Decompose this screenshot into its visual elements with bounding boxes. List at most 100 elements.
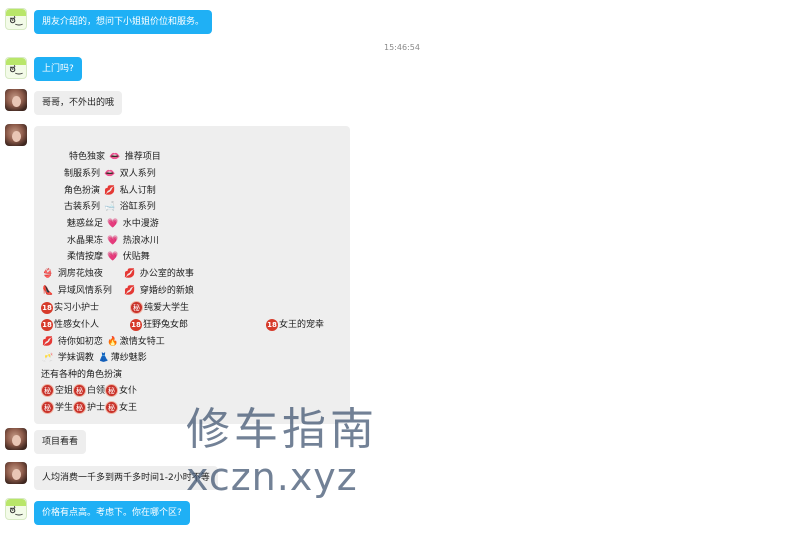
menu-item: 热浪冰川 (122, 236, 159, 246)
menu-item: 空姐 (55, 386, 74, 396)
secret-icon: 秘 (41, 401, 54, 414)
message-text: 朋友介绍的，想问下小姐姐价位和服务。 (42, 17, 205, 27)
menu-row: 18 性感女仆人 (41, 318, 99, 332)
secret-icon: 秘 (73, 384, 87, 397)
menu-item: 狂野兔女郎 (143, 320, 189, 330)
menu-row: 18 实习小护士 (41, 301, 99, 315)
avatar-self[interactable]: ಠ‿ (5, 498, 27, 520)
menu-row: 18 狂野兔女郎 (130, 318, 188, 332)
message-bubble-incoming-menu[interactable]: 特色独家 👄 推荐项目 制服系列 👄 双人系列 角色扮演 💋 私人订制 古装系列… (34, 126, 350, 424)
adult-18-icon: 18 (266, 318, 278, 331)
lips-icon: 💋 (124, 269, 136, 279)
lips-icon: 💋 (124, 286, 136, 296)
menu-row: 还有各种的角色扮演 (41, 368, 122, 382)
menu-item: 性感女仆人 (54, 320, 100, 330)
secret-icon: 秘 (41, 384, 54, 397)
menu-row: 水晶果冻 💗 热浪冰川 (67, 234, 159, 248)
menu-item: 私人订制 (119, 186, 156, 196)
menu-item: 学生 (55, 403, 74, 413)
avatar-face-icon (11, 130, 21, 142)
menu-item: 魅惑丝足 (67, 219, 104, 229)
menu-row: 18 女王的宠幸 (266, 318, 324, 332)
menu-item: 待你如初恋 (57, 337, 103, 347)
secret-icon: 秘 (105, 384, 119, 397)
menu-item: 学妹调教 (57, 353, 94, 363)
menu-item: 激情女特工 (119, 337, 165, 347)
message-text: 上门吗? (42, 64, 74, 74)
heart-icon: 💗 (107, 219, 119, 229)
message-text: 价格有点高。考虑下。你在哪个区? (42, 508, 182, 518)
avatar-contact[interactable] (5, 89, 27, 111)
menu-row: 魅惑丝足 💗 水中漫游 (67, 217, 159, 231)
menu-item: 异域风情系列 (57, 286, 112, 296)
message-bubble-incoming[interactable]: 项目看看 (34, 430, 87, 454)
menu-row: 制服系列 👄 双人系列 (64, 167, 156, 181)
secret-icon: 秘 (130, 301, 143, 314)
avatar-face-icon (11, 468, 21, 480)
message-timestamp: 15:46:54 (384, 43, 420, 52)
menu-row: 古装系列 🛁 浴缸系列 (64, 200, 156, 214)
champagne-icon: 🥂 (42, 353, 54, 363)
menu-row: 秘空姐秘白领秘女仆 (41, 384, 137, 398)
menu-item: 办公室的故事 (139, 269, 194, 279)
avatar-self[interactable]: ಠ‿ (5, 57, 27, 79)
menu-item: 纯爱大学生 (144, 303, 190, 313)
message-text: 哥哥，不外出的哦 (42, 98, 115, 108)
menu-row: 💋 办公室的故事 (123, 267, 194, 281)
menu-item: 白领 (87, 386, 106, 396)
heart-icon: 💗 (107, 252, 119, 262)
avatar-face-icon (11, 434, 21, 446)
adult-18-icon: 18 (41, 301, 53, 314)
menu-item: 水中漫游 (122, 219, 159, 229)
lips-icon: 👄 (104, 169, 116, 179)
lips-icon: 💋 (104, 186, 116, 196)
high-heel-icon: 👠 (42, 286, 54, 296)
lips-icon: 👄 (109, 152, 121, 162)
avatar-contact[interactable] (5, 428, 27, 450)
avatar-hair-decoration (6, 58, 26, 65)
menu-item: 还有各种的角色扮演 (41, 370, 123, 380)
menu-row: 👙 洞房花烛夜 (41, 267, 103, 281)
avatar-contact[interactable] (5, 124, 27, 146)
menu-row: 特色独家 👄 推荐项目 (69, 150, 161, 164)
message-bubble-outgoing[interactable]: 上门吗? (34, 57, 82, 81)
menu-item: 古装系列 (64, 202, 101, 212)
bathtub-icon: 🛁 (104, 202, 116, 212)
adult-18-icon: 18 (41, 318, 53, 331)
menu-item: 水晶果冻 (67, 236, 104, 246)
menu-item: 女王 (119, 403, 138, 413)
avatar-contact[interactable] (5, 462, 27, 484)
secret-icon: 秘 (105, 401, 119, 414)
menu-item: 伏贴舞 (122, 252, 150, 262)
secret-icon: 秘 (73, 401, 87, 414)
menu-item: 柔情按摩 (67, 252, 104, 262)
menu-row: 👠 异域风情系列 (41, 284, 112, 298)
menu-item: 特色独家 (69, 152, 106, 162)
message-text: 人均消费一千多到两千多时间1-2小时不等 (42, 473, 210, 483)
avatar-self[interactable]: ಠ‿ (5, 8, 27, 30)
message-bubble-outgoing[interactable]: 价格有点高。考虑下。你在哪个区? (34, 501, 190, 525)
menu-item: 实习小护士 (54, 303, 100, 313)
fire-icon: 🔥 (107, 337, 119, 347)
menu-item: 穿婚纱的新娘 (139, 286, 194, 296)
menu-row: 💋 穿婚纱的新娘 (123, 284, 194, 298)
bikini-icon: 👙 (42, 269, 54, 279)
lips-icon: 💋 (42, 337, 54, 347)
menu-item: 推荐项目 (124, 152, 161, 162)
menu-row: 角色扮演 💋 私人订制 (64, 184, 156, 198)
menu-row: 💋 待你如初恋 🔥激情女特工 (41, 335, 165, 349)
menu-item: 女王的宠幸 (279, 320, 325, 330)
menu-item: 制服系列 (64, 169, 101, 179)
menu-row: 柔情按摩 💗 伏贴舞 (67, 250, 150, 264)
message-bubble-outgoing[interactable]: 朋友介绍的，想问下小姐姐价位和服务。 (34, 10, 213, 34)
menu-item: 洞房花烛夜 (57, 269, 103, 279)
menu-item: 浴缸系列 (119, 202, 156, 212)
message-bubble-incoming[interactable]: 人均消费一千多到两千多时间1-2小时不等 (34, 466, 218, 490)
message-text: 项目看看 (42, 437, 79, 447)
message-bubble-incoming[interactable]: 哥哥，不外出的哦 (34, 91, 123, 115)
avatar-hair-decoration (6, 9, 26, 16)
avatar-hair-decoration (6, 499, 26, 506)
adult-18-icon: 18 (130, 318, 142, 331)
menu-item: 护士 (87, 403, 106, 413)
menu-row: 秘纯爱大学生 (130, 301, 189, 315)
